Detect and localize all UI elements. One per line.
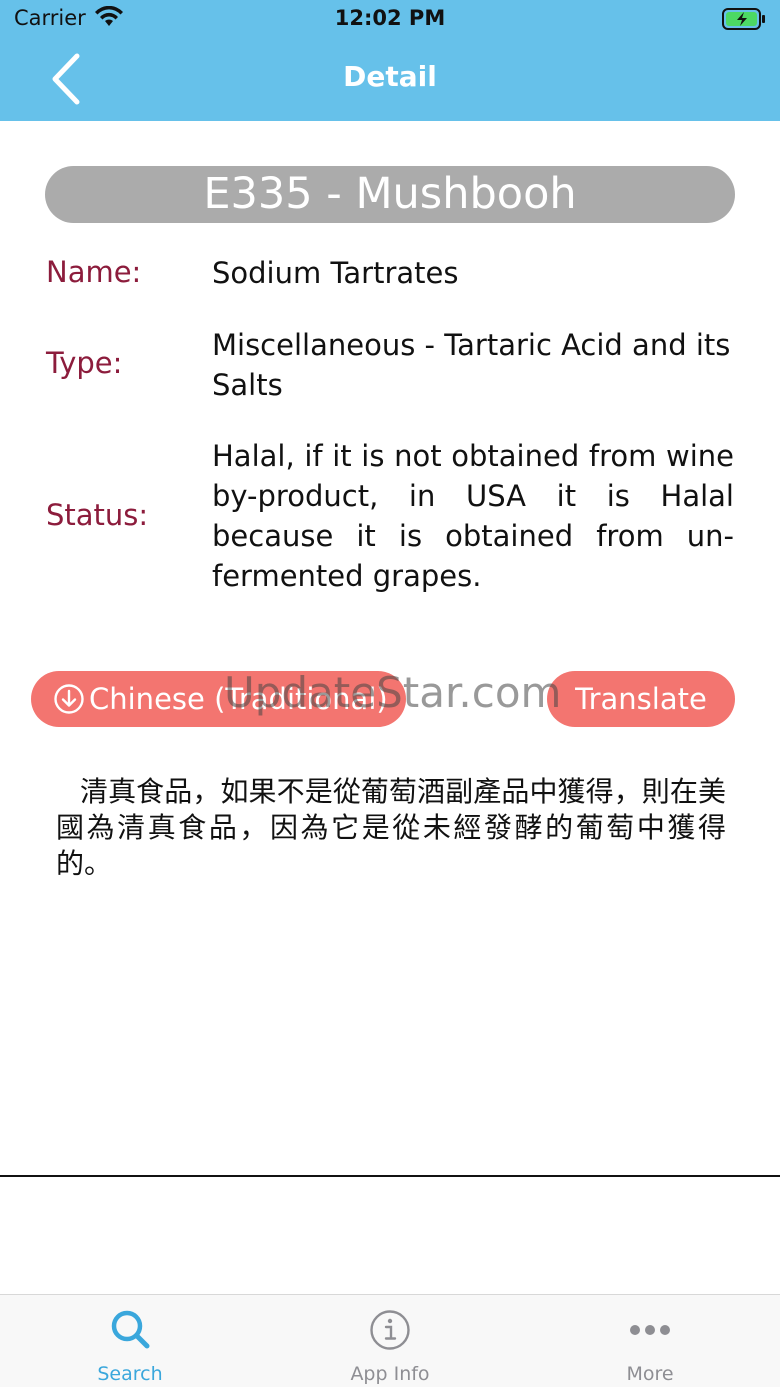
tab-label: Search [97, 1363, 163, 1385]
status-value: Halal, if it is not obtained from wine b… [212, 439, 734, 593]
tab-search[interactable]: Search [0, 1295, 260, 1387]
translation-text: 清真食品，如果不是從葡萄酒副產品中獲得，則在美國為清真食品，因為它是從未經發酵的… [56, 775, 726, 880]
download-circle-icon [54, 684, 84, 714]
watermark: UpdateStar.com [224, 668, 562, 717]
additive-heading: E335 - Mushbooh [45, 166, 735, 223]
name-label: Name: [46, 255, 142, 289]
search-icon [111, 1310, 150, 1349]
tab-label: More [626, 1363, 674, 1385]
status-time: 12:02 PM [334, 6, 446, 30]
tab-more[interactable]: More [520, 1295, 780, 1387]
type-value: Miscellaneous - Tartaric Acid and its Sa… [212, 328, 731, 402]
translate-button[interactable]: Translate [547, 671, 735, 727]
tab-app-info[interactable]: App Info [260, 1295, 520, 1387]
tab-label: App Info [350, 1363, 430, 1385]
more-icon [630, 1325, 670, 1335]
divider [0, 1175, 780, 1177]
status-label: Status: [46, 498, 149, 532]
info-icon [370, 1310, 410, 1350]
type-label: Type: [46, 346, 123, 380]
tab-bar: Search App Info More [0, 1294, 780, 1387]
navigation-bar: Carrier 12:02 PM Detail [0, 0, 780, 121]
name-value: Sodium Tartrates [212, 256, 459, 290]
battery-icon [722, 8, 765, 30]
page-title: Detail [343, 60, 437, 93]
